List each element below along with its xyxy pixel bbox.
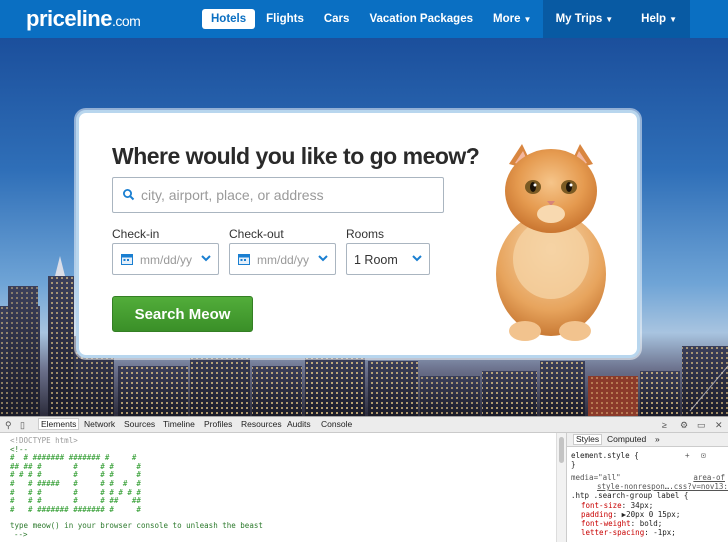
chevron-down-icon: ▼ (605, 15, 614, 24)
logo-suffix-text: .com (111, 13, 141, 29)
nav-hotels[interactable]: Hotels (202, 9, 256, 29)
tab-network[interactable]: Network (84, 419, 115, 429)
nav-more[interactable]: More ▼ (484, 9, 540, 29)
priceline-logo[interactable]: priceline.com (26, 6, 141, 32)
more-tabs-icon[interactable]: » (655, 435, 660, 444)
main-nav: Hotels Flights Cars Vacation Packages Mo… (202, 0, 540, 38)
tab-resources[interactable]: Resources (241, 419, 282, 429)
device-icon[interactable]: ▯ (20, 420, 25, 431)
comment-close[interactable]: --> (10, 530, 555, 540)
rooms-select[interactable]: 1 Room (346, 243, 430, 275)
media-query: media="all" (571, 473, 621, 482)
gear-icon[interactable]: ⚙ (680, 420, 688, 431)
element-style-rule[interactable]: element.style { (571, 451, 639, 460)
checkin-label: Check-in (112, 227, 160, 241)
console-drawer-icon[interactable]: ≥ (662, 420, 667, 430)
search-icon (123, 189, 135, 201)
destination-input[interactable] (141, 185, 431, 205)
nav-help[interactable]: Help ▼ (632, 9, 686, 29)
chevron-down-icon (318, 255, 328, 262)
nav-vacation-packages[interactable]: Vacation Packages (360, 9, 482, 29)
tab-styles[interactable]: Styles (573, 434, 603, 445)
add-rule-icon[interactable]: + (685, 451, 690, 460)
tab-computed[interactable]: Computed (607, 435, 646, 444)
nav-flights[interactable]: Flights (257, 9, 313, 29)
chevron-down-icon: ▼ (669, 15, 677, 24)
search-card: Where would you like to go meow? Check-i… (76, 110, 640, 358)
css-selector[interactable]: .htp .search-group label { (571, 491, 688, 500)
checkin-date-picker[interactable]: mm/dd/yy (112, 243, 219, 275)
ascii-art-line: # # ####### ####### # # (10, 504, 141, 514)
css-property[interactable]: font-weight: bold; (581, 519, 662, 528)
search-button[interactable]: Search Meow (112, 296, 253, 332)
toggle-state-icon[interactable]: ⊡ (701, 451, 706, 460)
chevron-down-icon (412, 255, 422, 262)
css-property[interactable]: letter-spacing: -1px; (581, 528, 676, 537)
devtools-panel: ⚲ ▯ Elements Network Sources Timeline Pr… (0, 416, 728, 542)
checkout-label: Check-out (229, 227, 284, 241)
search-title: Where would you like to go meow? (112, 143, 480, 169)
tab-console[interactable]: Console (321, 419, 352, 429)
account-nav: My Trips ▼ Help ▼ (542, 0, 690, 38)
nav-my-trips[interactable]: My Trips ▼ (547, 9, 623, 29)
checkin-value: mm/dd/yy (140, 253, 193, 267)
search-icon[interactable]: ⚲ (5, 420, 12, 431)
elements-scrollbar[interactable] (556, 433, 566, 542)
logo-main-text: priceline (26, 6, 112, 31)
destination-field[interactable] (112, 177, 444, 213)
nav-cars[interactable]: Cars (315, 9, 359, 29)
dock-icon[interactable]: ▭ (697, 420, 706, 431)
checkout-value: mm/dd/yy (257, 253, 310, 267)
kitten-image (496, 144, 606, 341)
checkout-date-picker[interactable]: mm/dd/yy (229, 243, 336, 275)
calendar-icon (121, 254, 133, 265)
source-link[interactable]: area-of (693, 473, 725, 482)
calendar-icon (238, 254, 250, 265)
styles-tabs: Styles Computed » (567, 433, 728, 447)
element-style-close: } (571, 460, 576, 469)
top-nav-bar: priceline.com Hotels Flights Cars Vacati… (0, 0, 728, 38)
elements-source-pane: <!DOCTYPE html> <!-- # # ####### #######… (0, 433, 555, 542)
scrollbar-thumb[interactable] (559, 437, 564, 463)
meow-message: type meow() in your browser console to u… (10, 521, 263, 531)
css-property[interactable]: padding: ▶20px 0 15px; (581, 510, 680, 519)
close-icon[interactable]: ✕ (715, 420, 723, 431)
styles-pane: Styles Computed » element.style { + ⊡ } … (566, 433, 728, 542)
devtools-toolbar: ⚲ ▯ Elements Network Sources Timeline Pr… (0, 417, 728, 433)
tab-timeline[interactable]: Timeline (163, 419, 195, 429)
tab-profiles[interactable]: Profiles (204, 419, 232, 429)
rooms-value: 1 Room (354, 253, 398, 267)
tab-sources[interactable]: Sources (124, 419, 155, 429)
tab-elements[interactable]: Elements (38, 418, 80, 430)
chevron-down-icon: ▼ (523, 15, 532, 24)
tab-audits[interactable]: Audits (287, 419, 311, 429)
css-property[interactable]: font-size: 34px; (581, 501, 653, 510)
chevron-down-icon (201, 255, 211, 262)
stylesheet-link[interactable]: style-nonrespon….css?v=nov13:1 (597, 482, 728, 491)
doctype-line[interactable]: <!DOCTYPE html> (10, 436, 555, 446)
rooms-label: Rooms (346, 227, 385, 241)
